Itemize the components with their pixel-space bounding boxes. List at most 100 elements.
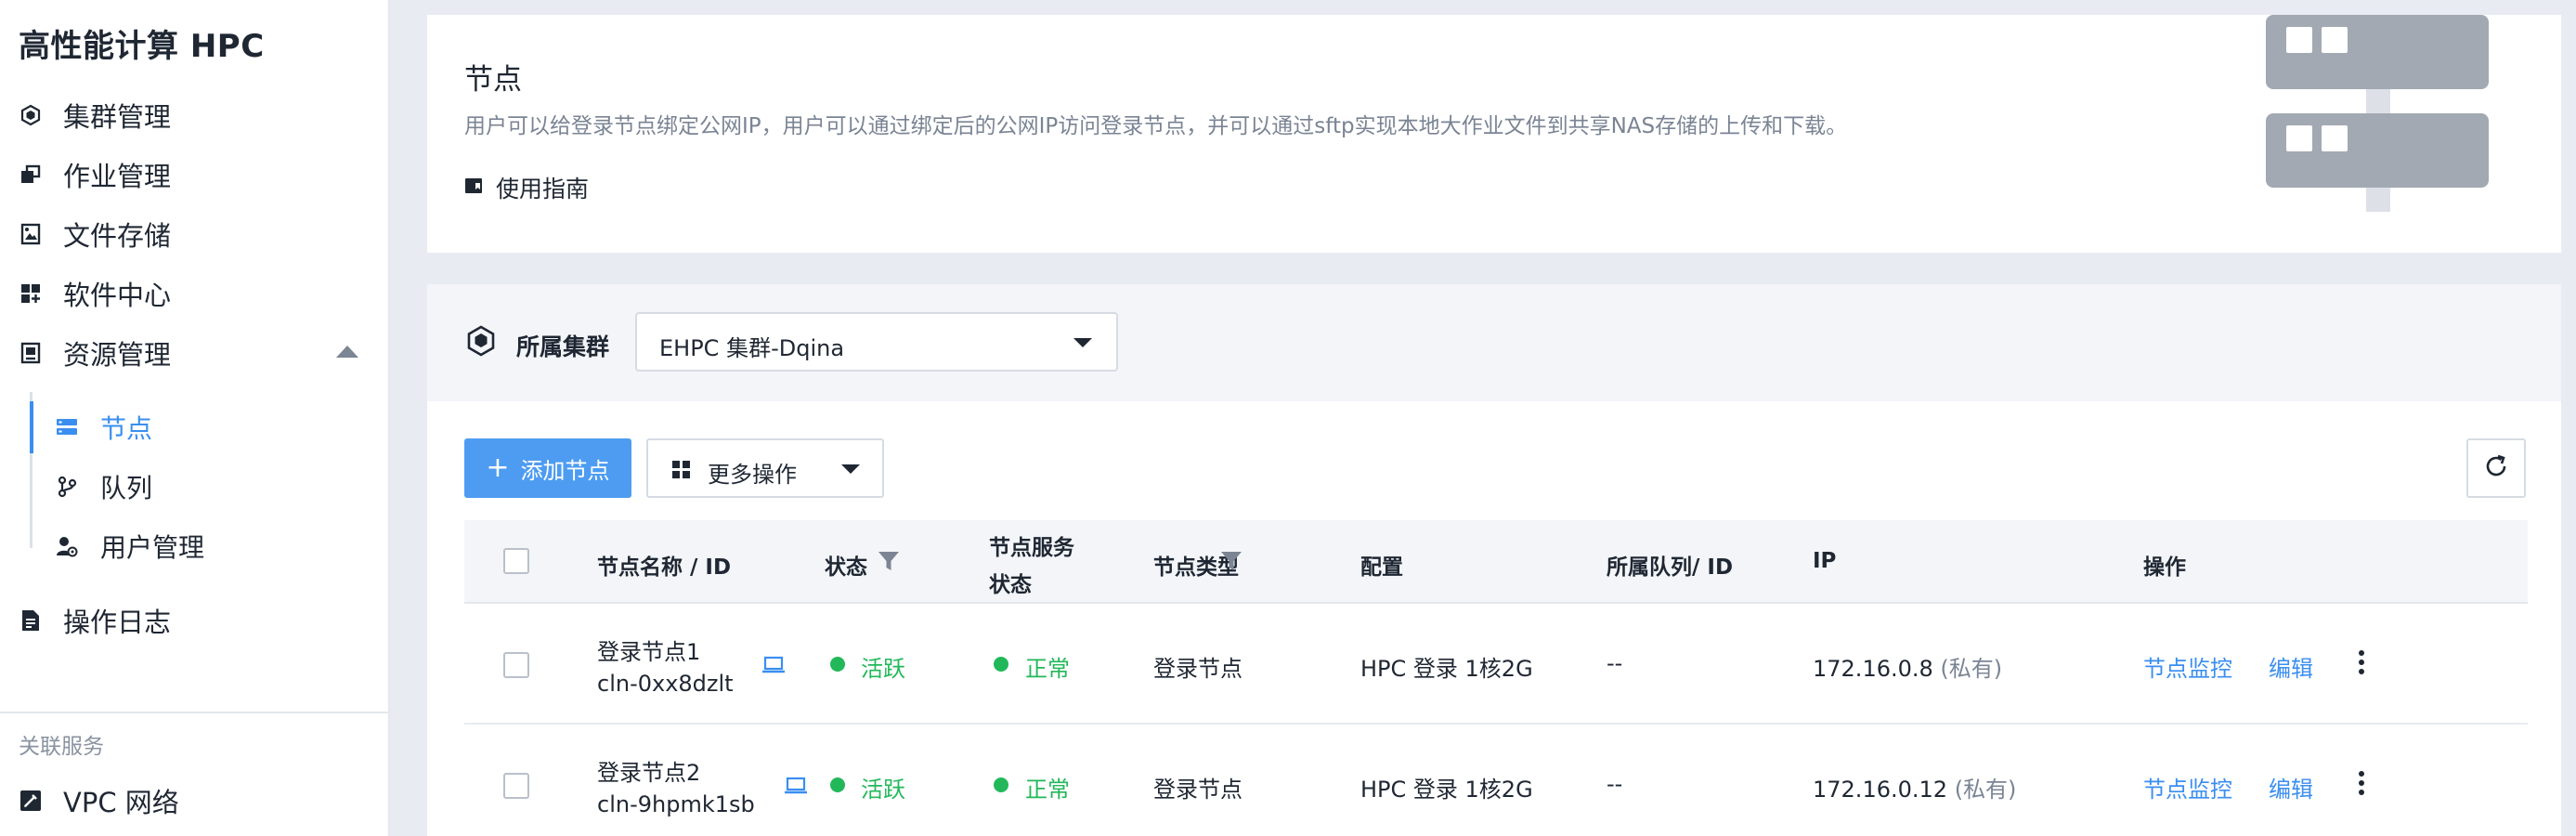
grid-icon — [672, 461, 691, 483]
row-checkbox[interactable] — [503, 773, 529, 799]
cluster-select-value: EHPC 集群-Dqina — [659, 335, 845, 361]
filter-icon[interactable] — [1220, 550, 1242, 576]
login-terminal-icon[interactable] — [784, 777, 808, 799]
info-card: 节点 用户可以给登录节点绑定公网IP，用户可以通过绑定后的公网IP访问登录节点，… — [427, 15, 2561, 253]
sidebar-item-label: 操作日志 — [63, 607, 172, 638]
node-config: HPC 登录 1核2G — [1360, 777, 1533, 803]
column-header-queue: 所属队列/ ID — [1607, 555, 1734, 580]
sidebar-item-cluster[interactable]: 集群管理 — [19, 93, 171, 137]
log-icon — [19, 608, 43, 633]
sidebar-item-software[interactable]: 软件中心 — [19, 271, 171, 316]
service-status-dot — [994, 777, 1008, 792]
sidebar-item-user-management[interactable]: 用户管理 — [56, 524, 204, 568]
cluster-select[interactable]: EHPC 集群-Dqina — [635, 312, 1118, 372]
service-status-text: 正常 — [1025, 777, 1070, 803]
status-text: 活跃 — [861, 656, 905, 682]
node-ip: 172.16.0.12 (私有) — [1813, 777, 2017, 803]
node-name[interactable]: 登录节点2 — [597, 754, 700, 787]
node-monitor-link[interactable]: 节点监控 — [2143, 650, 2232, 683]
edit-link[interactable]: 编辑 — [2269, 650, 2313, 683]
node-ip: 172.16.0.8 (私有) — [1813, 656, 2003, 682]
sidebar-item-label: 节点 — [100, 413, 153, 444]
server-illustration-top — [2266, 15, 2489, 89]
software-icon — [19, 281, 43, 306]
add-node-label: 添加节点 — [520, 457, 610, 484]
refresh-icon — [2482, 452, 2510, 484]
sidebar-item-label: 资源管理 — [63, 339, 172, 371]
status-dot — [830, 777, 845, 792]
sidebar-item-label: 软件中心 — [63, 280, 172, 311]
sidebar: 高性能计算 HPC 集群管理 作业管理 文件存储 软件中心 资源管理 节点 队列… — [0, 0, 390, 836]
node-name[interactable]: 登录节点1 — [597, 634, 700, 666]
column-header-name: 节点名称 / ID — [597, 555, 732, 580]
app-title: 高性能计算 HPC — [19, 28, 265, 65]
usage-guide-link[interactable]: 使用指南 — [464, 171, 589, 204]
user-icon — [56, 535, 78, 557]
node-id: cln-9hpmk1sb — [597, 791, 755, 817]
server-illustration-bottom — [2266, 113, 2489, 188]
sidebar-item-resource[interactable]: 资源管理 — [19, 331, 171, 375]
sidebar-item-operation-log[interactable]: 操作日志 — [19, 598, 171, 643]
column-header-ip: IP — [1813, 549, 1837, 573]
more-vertical-icon[interactable] — [2359, 650, 2364, 678]
sidebar-divider — [0, 712, 390, 713]
sidebar-item-file-storage[interactable]: 文件存储 — [19, 212, 171, 256]
sidebar-item-node[interactable]: 节点 — [56, 405, 152, 450]
sidebar-item-label: 队列 — [100, 473, 153, 503]
resource-icon — [19, 341, 43, 365]
sidebar-item-label: 作业管理 — [63, 161, 172, 192]
select-all-checkbox[interactable] — [503, 548, 529, 574]
node-queue: -- — [1607, 650, 1623, 676]
more-vertical-icon[interactable] — [2359, 771, 2364, 799]
more-actions-dropdown[interactable]: 更多操作 — [646, 438, 884, 498]
related-services-title: 关联服务 — [19, 735, 104, 759]
filter-icon[interactable] — [878, 550, 900, 576]
vpc-icon — [19, 789, 43, 813]
column-header-config: 配置 — [1360, 555, 1403, 580]
node-type: 登录节点 — [1153, 777, 1242, 803]
service-status-dot — [994, 657, 1008, 672]
status-dot — [830, 657, 845, 672]
row-checkbox[interactable] — [503, 652, 529, 678]
sidebar-item-jobs[interactable]: 作业管理 — [19, 152, 171, 197]
table-row: 登录节点1 cln-0xx8dzlt 活跃 正常 登录节点 HPC 登录 1核2… — [464, 604, 2528, 725]
chevron-down-icon — [1073, 338, 1092, 347]
usage-guide-label: 使用指南 — [496, 176, 590, 202]
queue-icon — [56, 476, 78, 498]
page-description: 用户可以给登录节点绑定公网IP，用户可以通过绑定后的公网IP访问登录节点，并可以… — [464, 114, 1848, 138]
cluster-icon — [466, 325, 496, 360]
node-monitor-link[interactable]: 节点监控 — [2143, 771, 2232, 803]
sidebar-item-vpc[interactable]: VPC 网络 — [19, 778, 179, 823]
jobs-icon — [19, 163, 43, 187]
column-header-actions: 操作 — [2143, 555, 2186, 580]
table-row: 登录节点2 cln-9hpmk1sb 活跃 正常 登录节点 HPC 登录 1核2… — [464, 725, 2528, 836]
status-text: 活跃 — [861, 777, 905, 803]
column-header-status: 状态 — [825, 555, 867, 580]
node-table-panel: + 添加节点 更多操作 节点名称 / ID 状态 节点服务 状态 节点类型 配置… — [427, 401, 2561, 836]
add-node-button[interactable]: + 添加节点 — [464, 438, 631, 498]
sidebar-item-label: 集群管理 — [63, 101, 172, 133]
column-header-service-status: 节点服务 — [989, 536, 1074, 560]
chevron-down-icon — [841, 464, 860, 474]
node-icon — [56, 416, 78, 438]
cluster-icon — [19, 103, 43, 127]
book-icon — [464, 177, 483, 198]
refresh-button[interactable] — [2466, 438, 2526, 498]
more-actions-label: 更多操作 — [708, 462, 797, 488]
sidebar-item-label: 文件存储 — [63, 220, 172, 252]
edit-link[interactable]: 编辑 — [2269, 771, 2313, 803]
node-type: 登录节点 — [1153, 656, 1242, 682]
sidebar-item-label: VPC 网络 — [63, 787, 179, 818]
service-status-text: 正常 — [1025, 656, 1070, 682]
file-storage-icon — [19, 222, 43, 246]
table-header: 节点名称 / ID 状态 节点服务 状态 节点类型 配置 所属队列/ ID IP… — [464, 520, 2528, 604]
cluster-filter-bar: 所属集群 EHPC 集群-Dqina — [427, 284, 2561, 401]
sidebar-item-queue[interactable]: 队列 — [56, 464, 152, 509]
node-queue: -- — [1607, 771, 1623, 797]
collapse-caret-icon[interactable] — [336, 346, 358, 358]
submenu-active-indicator — [30, 401, 33, 453]
column-header-service-status-line2: 状态 — [989, 573, 1032, 597]
login-terminal-icon[interactable] — [761, 656, 786, 678]
cluster-label: 所属集群 — [516, 333, 610, 360]
plus-icon: + — [486, 451, 510, 484]
